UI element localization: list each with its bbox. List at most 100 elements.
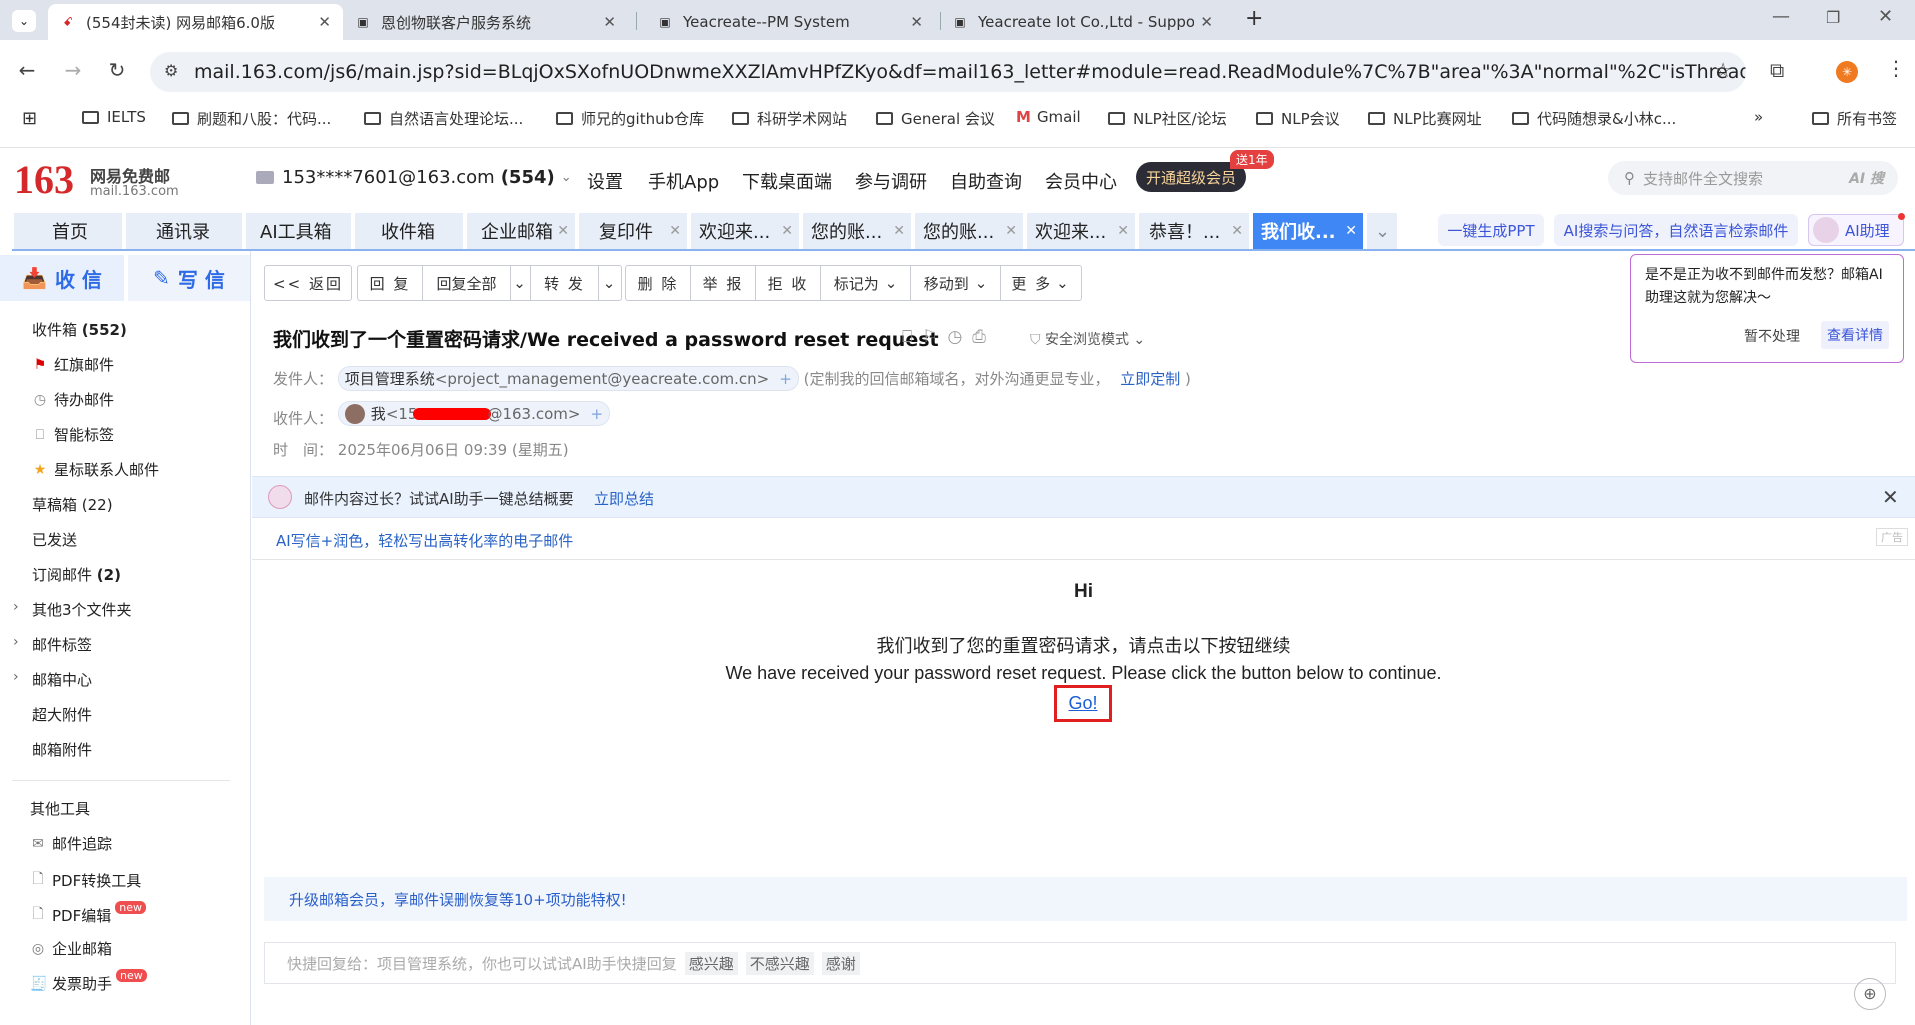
- go-reset-link[interactable]: Go!: [1054, 685, 1112, 722]
- tool-pdf-edit[interactable]: 🗋 PDF编辑 new: [30, 900, 146, 927]
- tab-copy[interactable]: 复印件 ✕: [579, 213, 687, 249]
- mark-as-button[interactable]: 标记为 ⌄: [821, 266, 911, 300]
- zoom-icon[interactable]: ⊕: [1854, 978, 1886, 1010]
- folder-red-flag[interactable]: ⚑ 红旗邮件: [32, 354, 114, 375]
- popup-view-button[interactable]: 查看详情: [1821, 321, 1889, 349]
- browser-tab-pm[interactable]: ▣ Yeacreate--PM System ✕: [645, 4, 935, 40]
- tab-account-1[interactable]: 您的账... ✕: [803, 213, 911, 249]
- add-contact-icon[interactable]: +: [590, 405, 603, 423]
- upgrade-banner[interactable]: 升级邮箱会员，享邮件误删恢复等10+项功能特权!: [264, 877, 1907, 921]
- nav-self-service[interactable]: 自助查询: [950, 168, 1022, 194]
- report-button[interactable]: 举 报: [691, 266, 756, 300]
- browser-tab-service[interactable]: ▣ 恩创物联客户服务系统 ✕: [343, 4, 628, 40]
- reply-all-button[interactable]: 回复全部: [423, 266, 511, 300]
- reject-button[interactable]: 拒 收: [756, 266, 821, 300]
- recipient-chip[interactable]: 我 <15 @163.com> +: [337, 401, 611, 426]
- menu-icon[interactable]: ⋮: [1886, 56, 1906, 80]
- quick-reply-input[interactable]: 快捷回复给：项目管理系统，你也可以试试AI助手快捷回复 感兴趣 不感兴趣 感谢: [264, 942, 1896, 984]
- bookmark-star-icon[interactable]: ☆: [1714, 58, 1732, 82]
- restore-icon[interactable]: ❐: [1826, 8, 1840, 27]
- quick-tag-interested[interactable]: 感兴趣: [684, 951, 738, 975]
- reply-dropdown-icon[interactable]: ⌄: [511, 266, 531, 300]
- compose-button[interactable]: ✎ 写 信: [128, 255, 250, 301]
- folder-big-attachments[interactable]: 超大附件: [32, 704, 92, 725]
- move-to-button[interactable]: 移动到 ⌄: [911, 266, 1001, 300]
- address-bar[interactable]: ⚙ mail.163.com/js6/main.jsp?sid=BLqjOxSX…: [150, 52, 1746, 92]
- extensions-icon[interactable]: ⧉: [1770, 58, 1784, 82]
- account-switcher[interactable]: 153****7601@163.com (554) ⌄: [256, 167, 572, 188]
- browser-tab-163mail[interactable]: ꗃ (554封未读) 网易邮箱6.0版 ✕: [48, 4, 343, 40]
- chevron-right-icon[interactable]: ›: [13, 599, 19, 615]
- sender-chip[interactable]: 项目管理系统 <project_management@yeacreate.com.…: [337, 366, 799, 391]
- all-bookmarks[interactable]: 所有书签: [1812, 108, 1897, 129]
- bookmark-research[interactable]: 科研学术网站: [732, 108, 847, 129]
- ad-link[interactable]: AI写信+润色，轻松写出高转化率的电子邮件: [276, 530, 573, 551]
- add-contact-icon[interactable]: +: [779, 370, 792, 388]
- folder-sent[interactable]: 已发送: [32, 529, 77, 550]
- generate-ppt-button[interactable]: 一键生成PPT: [1438, 214, 1544, 246]
- ai-search-button[interactable]: AI 搜: [1849, 168, 1884, 188]
- minimize-icon[interactable]: —: [1772, 6, 1790, 27]
- back-button[interactable]: << 返回: [265, 266, 351, 300]
- folder-attachments[interactable]: 邮箱附件: [32, 739, 92, 760]
- close-icon[interactable]: ✕: [893, 223, 905, 239]
- tool-mail-track[interactable]: ✉ 邮件追踪: [30, 833, 112, 854]
- tab-welcome-1[interactable]: 欢迎来... ✕: [691, 213, 799, 249]
- delete-button[interactable]: 删 除: [626, 266, 691, 300]
- safe-mode-toggle[interactable]: ⛉ 安全浏览模式 ⌄: [1030, 329, 1145, 349]
- bookmark-ielts[interactable]: IELTS: [82, 108, 146, 126]
- profile-avatar[interactable]: ✳: [1836, 61, 1858, 83]
- close-icon[interactable]: ✕: [1005, 223, 1017, 239]
- receive-button[interactable]: 📥 收 信: [0, 255, 124, 301]
- bookmark-nlp-conf[interactable]: NLP会议: [1256, 108, 1340, 129]
- bookmark-nlp-contest[interactable]: NLP比赛网址: [1368, 108, 1482, 129]
- tab-contacts[interactable]: 通讯录: [126, 213, 242, 249]
- folder-subscriptions[interactable]: 订阅邮件 (2): [32, 564, 121, 585]
- bookmarks-overflow-icon[interactable]: »: [1754, 108, 1763, 126]
- nav-member-center[interactable]: 会员中心: [1045, 168, 1117, 194]
- bookmark-nlp-forum[interactable]: 自然语言处理论坛...: [364, 108, 523, 129]
- folder-other[interactable]: 其他3个文件夹: [32, 599, 132, 620]
- nav-mobile-app[interactable]: 手机App: [648, 168, 719, 194]
- nav-download[interactable]: 下载桌面端: [742, 168, 832, 194]
- folder-smart-tags[interactable]: ⎕ 智能标签: [32, 424, 114, 445]
- chevron-right-icon[interactable]: ›: [13, 634, 19, 650]
- forward-dropdown-icon[interactable]: ⌄: [599, 266, 621, 300]
- close-icon[interactable]: ✕: [1231, 223, 1243, 239]
- reply-button[interactable]: 回 复: [358, 266, 423, 300]
- bookmark-icon[interactable]: ⎕: [902, 327, 922, 347]
- tab-home[interactable]: 首页: [14, 213, 122, 249]
- folder-labels[interactable]: 邮件标签: [32, 634, 92, 655]
- close-icon[interactable]: ✕: [1200, 13, 1213, 31]
- clock-icon[interactable]: ◷: [947, 327, 972, 347]
- tool-enterprise-mail[interactable]: ◎ 企业邮箱: [30, 938, 112, 959]
- tabs-more-icon[interactable]: ⌄: [1367, 213, 1397, 249]
- close-icon[interactable]: ✕: [318, 13, 331, 31]
- bookmark-github[interactable]: 师兄的github仓库: [556, 108, 704, 129]
- reload-icon[interactable]: ↻: [104, 58, 130, 82]
- ai-search-qa-button[interactable]: AI搜索与问答，自然语言检索邮件: [1554, 214, 1798, 246]
- site-info-icon[interactable]: ⚙: [164, 61, 178, 80]
- chevron-right-icon[interactable]: ›: [13, 669, 19, 685]
- bookmark-leetcode[interactable]: 刷题和八股：代码...: [172, 108, 331, 129]
- close-icon[interactable]: ✕: [910, 13, 923, 31]
- quick-tag-not-interested[interactable]: 不感兴趣: [745, 951, 814, 975]
- popup-ignore-button[interactable]: 暂不处理: [1744, 326, 1800, 346]
- close-icon[interactable]: ✕: [669, 223, 681, 239]
- bookmark-gmail[interactable]: M Gmail: [1016, 108, 1081, 126]
- browser-tab-support[interactable]: ▣ Yeacreate Iot Co.,Ltd - Suppo ✕: [940, 4, 1225, 40]
- print-icon[interactable]: ⎙: [972, 327, 996, 347]
- tab-search-button[interactable]: ⌄: [12, 10, 36, 32]
- close-icon[interactable]: ✕: [1882, 485, 1899, 509]
- close-icon[interactable]: ✕: [557, 223, 569, 239]
- close-icon[interactable]: ✕: [603, 13, 616, 31]
- apps-icon[interactable]: ⊞: [22, 108, 37, 129]
- close-icon[interactable]: ✕: [1345, 223, 1357, 239]
- nav-survey[interactable]: 参与调研: [855, 168, 927, 194]
- folder-mail-center[interactable]: 邮箱中心: [32, 669, 92, 690]
- folder-inbox[interactable]: 收件箱 (552): [32, 319, 127, 340]
- ai-assistant-button[interactable]: AI助理: [1808, 213, 1905, 246]
- tab-ai-tools[interactable]: AI工具箱: [246, 213, 351, 249]
- bookmark-general[interactable]: General 会议: [876, 108, 995, 129]
- new-tab-icon[interactable]: +: [1245, 6, 1263, 31]
